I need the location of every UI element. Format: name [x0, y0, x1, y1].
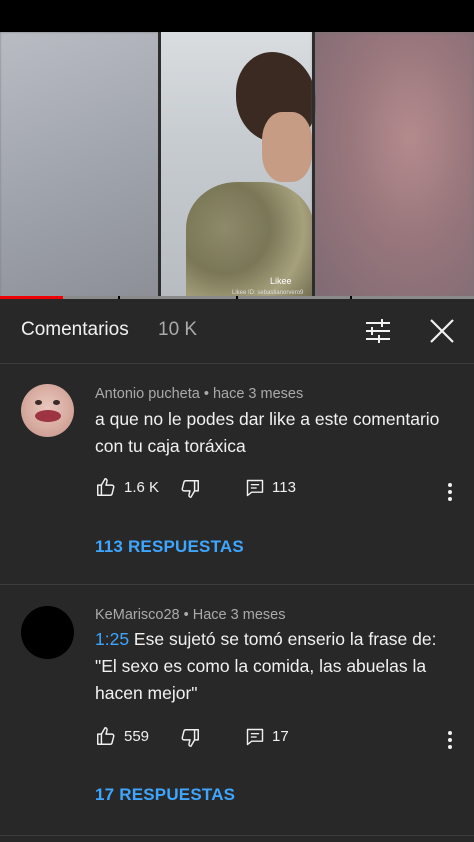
- comment-actions: 559 17: [95, 725, 465, 751]
- dislike-icon[interactable]: [179, 478, 201, 500]
- view-replies-button[interactable]: 17 RESPUESTAS: [95, 785, 235, 805]
- comment-item: Antonio pucheta • hace 3 meses a que no …: [0, 364, 474, 583]
- status-bar: [0, 0, 474, 32]
- reply-count: 113: [272, 479, 296, 496]
- comment-text-body: Ese sujetó se tomó enserio la frase de: …: [95, 629, 437, 703]
- comment-separator: •: [179, 607, 193, 623]
- video-divider: [158, 32, 161, 298]
- video-blurred-left: [0, 32, 160, 298]
- comment-separator: •: [199, 386, 213, 402]
- video-watermark: Likee: [270, 276, 292, 286]
- comments-count: 10 K: [158, 319, 198, 340]
- comments-panel: Comentarios 10 K Antonio pucheta • hace …: [0, 299, 474, 842]
- comment-time: Hace 3 meses: [192, 607, 286, 623]
- like-count: 1.6 K: [124, 479, 160, 496]
- comment-author[interactable]: Antonio pucheta: [95, 386, 200, 402]
- more-vert-icon[interactable]: [440, 480, 460, 504]
- comment-text: 1:25 Ese sujetó se tomó enserio la frase…: [95, 626, 460, 707]
- avatar-eye: [53, 400, 60, 405]
- more-vert-icon[interactable]: [440, 728, 460, 752]
- video-blurred-right: [314, 32, 474, 298]
- reply-icon[interactable]: [245, 478, 265, 498]
- avatar[interactable]: [21, 384, 74, 437]
- comments-header: Comentarios 10 K: [0, 299, 474, 363]
- comment-author[interactable]: KeMarisco28: [95, 607, 180, 623]
- view-replies-button[interactable]: 113 RESPUESTAS: [95, 537, 244, 557]
- video-figure-face: [262, 112, 312, 182]
- video-divider: [312, 32, 315, 298]
- like-icon[interactable]: [95, 476, 117, 498]
- avatar-mouth: [35, 410, 61, 422]
- close-icon[interactable]: [426, 315, 458, 347]
- comments-title: Comentarios: [21, 319, 129, 340]
- comment-author-line: KeMarisco28 • Hace 3 meses: [95, 607, 285, 623]
- comment-author-line: Antonio pucheta • hace 3 meses: [95, 386, 303, 402]
- video-figure-body: [186, 182, 314, 298]
- filter-icon[interactable]: [362, 315, 394, 347]
- avatar[interactable]: [21, 606, 74, 659]
- comment-item: KeMarisco28 • Hace 3 meses 1:25 Ese suje…: [0, 585, 474, 835]
- like-count: 559: [124, 728, 150, 745]
- avatar-eye: [35, 400, 42, 405]
- video-timestamp-link[interactable]: 1:25: [95, 629, 129, 649]
- reply-icon[interactable]: [245, 727, 265, 747]
- comment-text: a que no le podes dar like a este coment…: [95, 409, 440, 456]
- comment-time: hace 3 meses: [212, 386, 304, 402]
- dislike-icon[interactable]: [179, 727, 201, 749]
- video-player[interactable]: Likee Likee ID: sebastianorvero9: [0, 32, 474, 298]
- comment-actions: 1.6 K 113: [95, 476, 465, 502]
- comment-divider: [0, 835, 474, 836]
- reply-count: 17: [272, 728, 289, 745]
- like-icon[interactable]: [95, 725, 117, 747]
